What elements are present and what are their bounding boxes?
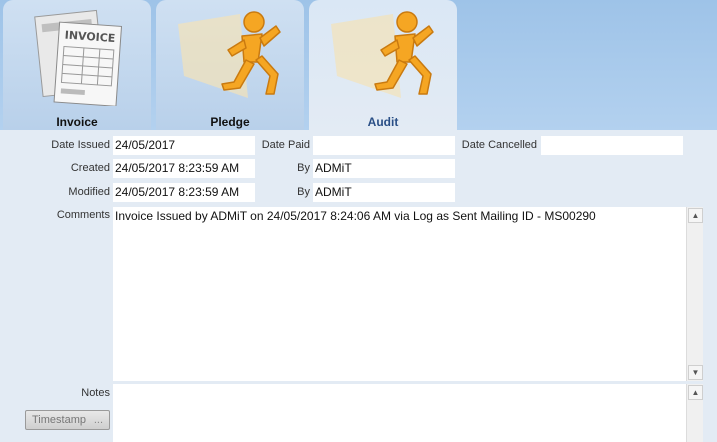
created-field[interactable]: 24/05/2017 8:23:59 AM xyxy=(113,159,255,178)
notes-label: Notes xyxy=(81,387,110,399)
comments-text: Invoice Issued by ADMiT on 24/05/2017 8:… xyxy=(115,209,596,223)
timestamp-button-ellipsis: ... xyxy=(93,414,103,426)
running-man-icon xyxy=(178,11,281,98)
notes-scrollbar[interactable]: ▲ xyxy=(686,384,703,442)
date-cancelled-field[interactable] xyxy=(541,136,683,155)
notes-textarea[interactable]: ▲ xyxy=(113,384,703,442)
audit-panel: Date Issued 24/05/2017 Date Paid Date Ca… xyxy=(0,130,717,442)
date-cancelled-label: Date Cancelled xyxy=(461,139,537,151)
scroll-up-icon[interactable]: ▲ xyxy=(688,208,703,223)
date-paid-label: Date Paid xyxy=(261,139,310,151)
created-by-label: By xyxy=(297,162,310,174)
tab-pledge-label: Pledge xyxy=(210,115,250,129)
modified-by-label: By xyxy=(297,186,310,198)
tab-audit-label: Audit xyxy=(367,115,399,129)
scroll-up-icon[interactable]: ▲ xyxy=(688,385,703,400)
modified-by-field[interactable]: ADMiT xyxy=(313,183,455,202)
tab-invoice[interactable]: INVOICE Invoice xyxy=(3,0,151,131)
date-issued-label: Date Issued xyxy=(51,139,110,151)
date-issued-field[interactable]: 24/05/2017 xyxy=(113,136,255,155)
scroll-down-icon[interactable]: ▼ xyxy=(688,365,703,380)
comments-label: Comments xyxy=(56,209,110,221)
comments-textarea[interactable]: Invoice Issued by ADMiT on 24/05/2017 8:… xyxy=(113,207,703,381)
invoice-document-icon: INVOICE xyxy=(34,9,123,106)
timestamp-button-label: Timestamp xyxy=(32,414,86,426)
created-label: Created xyxy=(70,162,110,174)
modified-field[interactable]: 24/05/2017 8:23:59 AM xyxy=(113,183,255,202)
created-by-field[interactable]: ADMiT xyxy=(313,159,455,178)
date-paid-field[interactable] xyxy=(313,136,455,155)
modified-label: Modified xyxy=(68,186,110,198)
tab-audit[interactable]: Audit xyxy=(309,0,457,131)
tab-invoice-label: Invoice xyxy=(56,115,98,129)
comments-scrollbar[interactable]: ▲ ▼ xyxy=(686,207,703,381)
tab-bar: INVOICE Invoice Pledge Audit xyxy=(0,0,717,131)
timestamp-button[interactable]: Timestamp ... xyxy=(25,410,110,430)
tab-pledge[interactable]: Pledge xyxy=(156,0,304,131)
running-man-icon xyxy=(331,11,434,98)
